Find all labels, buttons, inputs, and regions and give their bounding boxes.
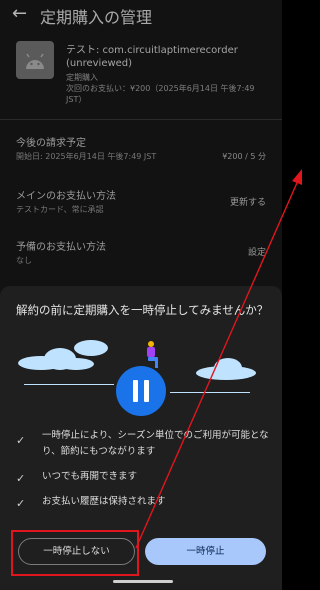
- home-indicator: [113, 580, 173, 583]
- horizon-line: [170, 392, 250, 393]
- phone-screen: ← 定期購入の管理 テスト: com.circuitlaptimerecorde…: [0, 0, 282, 590]
- horizon-line: [24, 384, 114, 385]
- checkmark-icon: ✓: [16, 472, 26, 485]
- billing-start-date: 開始日: 2025年6月14日 午後7:49 JST: [16, 152, 157, 161]
- page-title: 定期購入の管理: [40, 8, 153, 27]
- benefit-item: 一時停止により、シーズン単位でのご利用が可能となり、節約にもつながります: [42, 430, 269, 457]
- benefit-item: いつでも再開できます: [42, 471, 138, 482]
- divider: [0, 119, 282, 120]
- highlight-box: [11, 530, 139, 576]
- subscription-management-page: ← 定期購入の管理 テスト: com.circuitlaptimerecorde…: [0, 0, 282, 290]
- checkmark-icon: ✓: [16, 497, 26, 510]
- subscription-type: 定期購入: [66, 73, 98, 82]
- sheet-title: 解約の前に定期購入を一時停止してみませんか？: [16, 303, 269, 317]
- main-payment-label: メインのお支払い方法: [16, 191, 116, 202]
- setup-backup-payment-link[interactable]: 設定: [248, 245, 266, 258]
- billing-price: ¥200 / 5 分: [222, 152, 266, 161]
- cloud-shape: [58, 358, 94, 370]
- checkmark-icon: ✓: [16, 434, 26, 447]
- backup-payment-value: なし: [16, 256, 32, 265]
- backup-payment-label: 予備のお支払い方法: [16, 242, 106, 253]
- billing-label: 今後の請求予定: [16, 138, 86, 149]
- cloud-shape: [214, 358, 242, 378]
- pause-icon: [116, 366, 166, 416]
- cloud-shape: [74, 340, 108, 356]
- android-icon: [16, 41, 54, 79]
- pause-button[interactable]: 一時停止: [145, 538, 266, 565]
- benefit-item: お支払い履歴は保持されます: [42, 496, 166, 507]
- person-sitting: [142, 340, 162, 368]
- next-payment-text: 次回のお支払い：¥200（2025年6月14日 午後7:49 JST）: [66, 84, 255, 104]
- background-strip: [282, 0, 316, 590]
- arrow-left-icon[interactable]: ←: [12, 3, 27, 24]
- main-payment-value: テストカード、常に承認: [16, 205, 104, 214]
- subscription-app-name: テスト: com.circuitlaptimerecorder (unrevie…: [66, 45, 238, 69]
- update-payment-link[interactable]: 更新する: [230, 195, 266, 208]
